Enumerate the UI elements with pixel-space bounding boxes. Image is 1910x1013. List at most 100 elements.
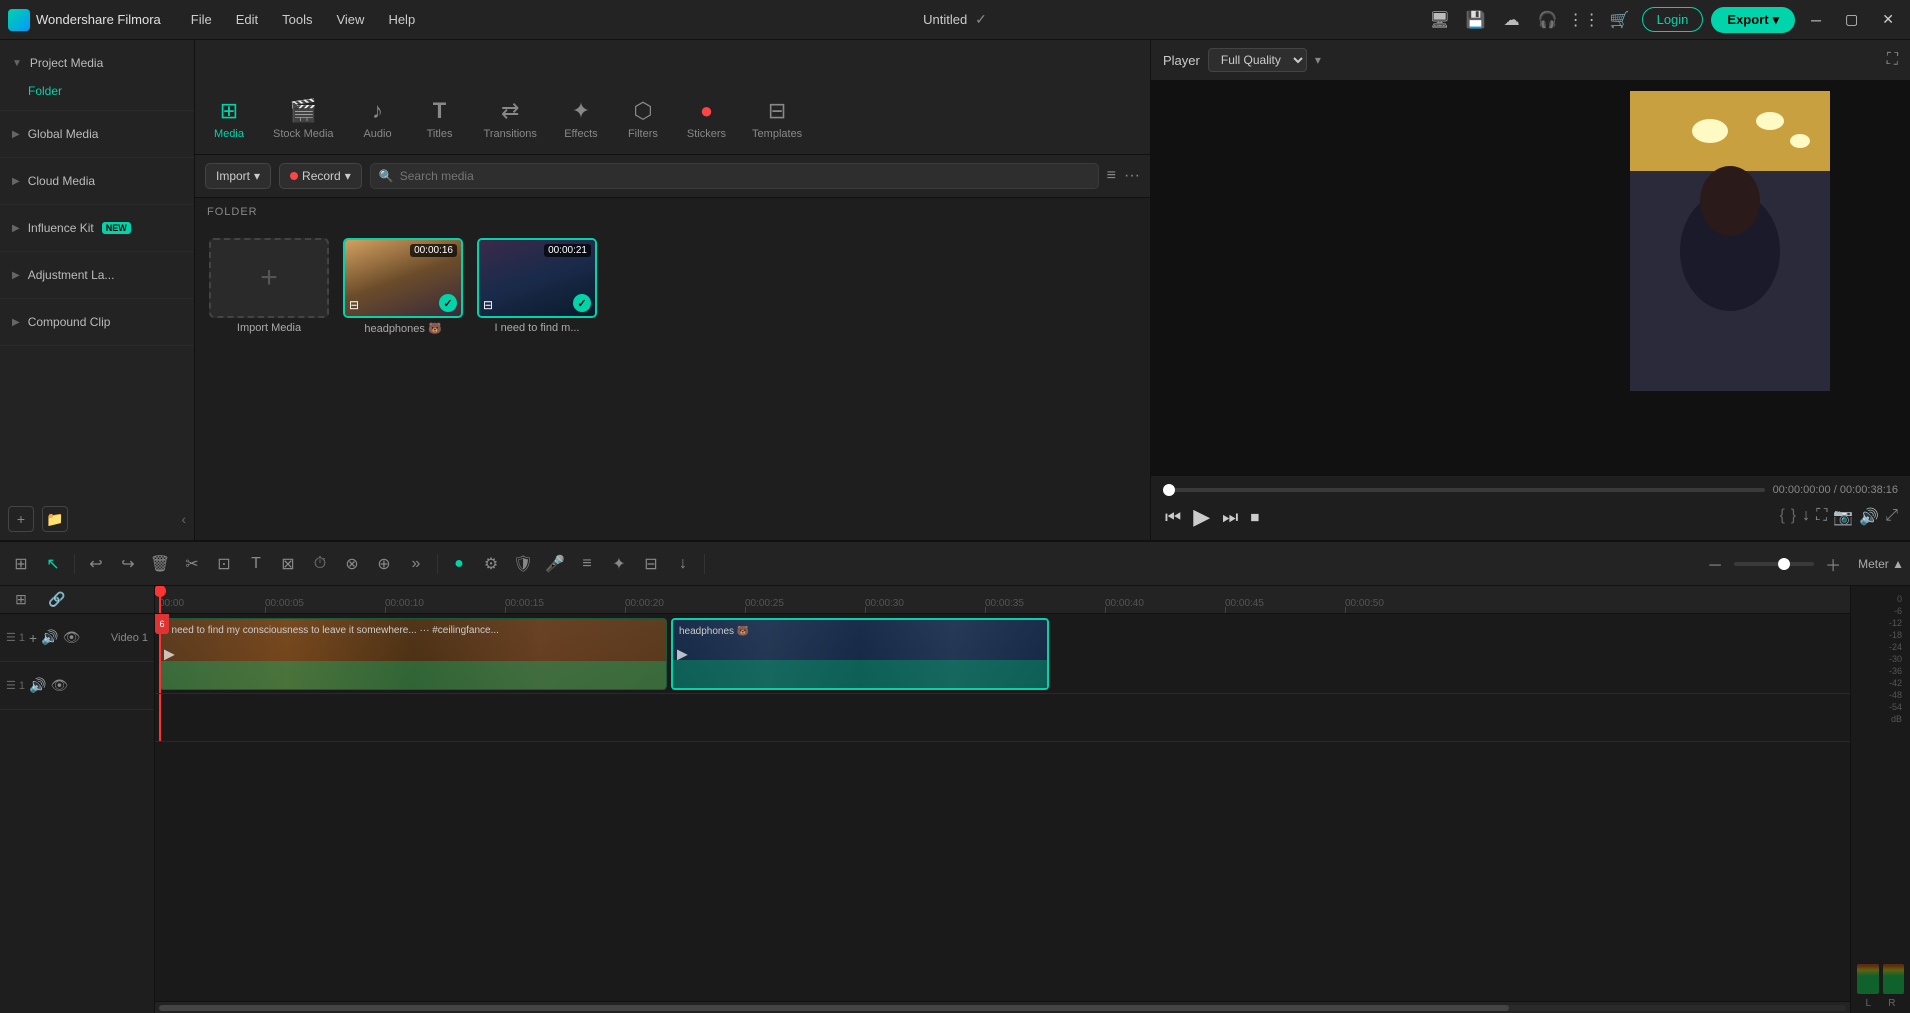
snap-button[interactable]: ●	[444, 549, 474, 579]
audio-headphone-icon[interactable]: 🎧	[1534, 6, 1562, 34]
media-item-find[interactable]: 00:00:21 ⊟ ✓ I need to find m...	[477, 238, 597, 528]
sidebar-item-compound-clip[interactable]: ▶ Compound Clip	[0, 307, 194, 337]
cloud-icon[interactable]: ☁	[1498, 6, 1526, 34]
more-options-icon[interactable]: ···	[1124, 167, 1140, 185]
menu-tools[interactable]: Tools	[272, 8, 322, 31]
export-button[interactable]: Export ▾	[1711, 7, 1795, 33]
tab-templates[interactable]: ⊟ Templates	[740, 90, 814, 148]
track-audio-icon2[interactable]: 🔊	[29, 677, 46, 694]
search-input[interactable]	[400, 169, 1090, 183]
skip-back-button[interactable]: ⏮	[1163, 505, 1183, 530]
undo-button[interactable]: ↩	[81, 549, 111, 579]
import-plus-button[interactable]: +	[209, 238, 329, 318]
login-button[interactable]: Login	[1642, 7, 1704, 32]
tracks-button[interactable]: ≡	[572, 549, 602, 579]
sidebar-collapse-button[interactable]: ‹	[181, 511, 186, 527]
stop-button[interactable]: ⏹	[1248, 505, 1261, 530]
search-box[interactable]: 🔍	[370, 163, 1099, 189]
scrollbar-thumb[interactable]	[159, 1005, 1509, 1011]
sidebar-item-adjustment[interactable]: ▶ Adjustment La...	[0, 260, 194, 290]
redo-button[interactable]: ↪	[113, 549, 143, 579]
cut-button[interactable]: ✂	[177, 549, 207, 579]
sidebar-item-global-media[interactable]: ▶ Global Media	[0, 119, 194, 149]
tab-stickers[interactable]: ● Stickers	[675, 90, 738, 148]
composite-button[interactable]: ⊗	[337, 549, 367, 579]
shield-button[interactable]: 🛡	[508, 549, 538, 579]
close-button[interactable]: ✕	[1874, 11, 1902, 28]
crop-button[interactable]: ⊡	[209, 549, 239, 579]
link-button[interactable]: 🔗	[42, 586, 72, 615]
media-thumb-headphones[interactable]: 00:00:16 ⊟ ✓	[343, 238, 463, 318]
full-screen-icon[interactable]: ⛶	[1816, 507, 1827, 527]
tab-transitions[interactable]: ⇄ Transitions	[472, 90, 549, 148]
menu-file[interactable]: File	[181, 8, 222, 31]
sidebar-bottom-controls: + 📁 ‹	[0, 498, 194, 540]
select-tool-button[interactable]: ↖	[38, 549, 68, 579]
save-icon[interactable]: 💾	[1462, 6, 1490, 34]
sidebar-item-influence-kit[interactable]: ▶ Influence Kit NEW	[0, 213, 194, 243]
out-point-icon[interactable]: }	[1791, 507, 1796, 527]
magnet-button[interactable]: ⚙	[476, 549, 506, 579]
split-view-button[interactable]: ⊞	[6, 549, 36, 579]
audio-icon[interactable]: 🔊	[1859, 507, 1879, 527]
media-thumb-find[interactable]: 00:00:21 ⊟ ✓	[477, 238, 597, 318]
snapshot-icon[interactable]: 📷	[1833, 507, 1853, 527]
transform-button[interactable]: ⊠	[273, 549, 303, 579]
import-track-button[interactable]: ↓	[668, 549, 698, 579]
zoom-slider[interactable]	[1734, 562, 1814, 566]
effects-button[interactable]: ✦	[604, 549, 634, 579]
track-audio-icon[interactable]: 🔊	[41, 629, 58, 646]
track-eye-icon[interactable]: 👁	[63, 629, 81, 646]
tab-audio[interactable]: ♪ Audio	[348, 90, 408, 148]
nested-button[interactable]: ⊟	[636, 549, 666, 579]
track-eye-icon2[interactable]: 👁	[50, 677, 68, 694]
monitor-icon[interactable]: 🖥	[1426, 6, 1454, 34]
grid-icon[interactable]: ⋮⋮	[1570, 6, 1598, 34]
tab-effects[interactable]: ✦ Effects	[551, 90, 611, 148]
stabilize-button[interactable]: ⊕	[369, 549, 399, 579]
timeline-playhead[interactable]	[159, 586, 161, 613]
menu-help[interactable]: Help	[378, 8, 425, 31]
zoom-out-button[interactable]: －	[1700, 549, 1730, 579]
meter-label[interactable]: Meter ▲	[1858, 557, 1904, 571]
track-num-video1: ☰ 1	[6, 631, 25, 644]
track-clip-find[interactable]: ▶ I need to find my consciousness to lea…	[159, 618, 667, 690]
track-add-icon[interactable]: +	[29, 630, 37, 646]
add-track-button[interactable]: ⊞	[6, 586, 36, 615]
in-point-icon[interactable]: {	[1779, 507, 1784, 527]
add-folder-button[interactable]: +	[8, 506, 34, 532]
tab-titles[interactable]: T Titles	[410, 90, 470, 148]
folder-button[interactable]: 📁	[42, 506, 68, 532]
player-fullscreen-icon[interactable]: ⛶	[1887, 51, 1898, 69]
tab-filters[interactable]: ⬡ Filters	[613, 90, 673, 148]
sidebar-item-cloud-media[interactable]: ▶ Cloud Media	[0, 166, 194, 196]
expand-icon[interactable]: ⤢	[1885, 507, 1898, 527]
maximize-button[interactable]: ▢	[1837, 11, 1866, 28]
mic-button[interactable]: 🎤	[540, 549, 570, 579]
insert-icon[interactable]: ↓	[1802, 507, 1810, 527]
scrollbar-track[interactable]	[159, 1005, 1846, 1011]
clock-button[interactable]: ⏱	[305, 549, 335, 579]
menu-edit[interactable]: Edit	[226, 8, 268, 31]
play-button[interactable]: ▶	[1191, 502, 1212, 532]
text-button[interactable]: T	[241, 549, 271, 579]
record-button[interactable]: Record ▾	[279, 163, 362, 189]
media-item-headphones[interactable]: 00:00:16 ⊟ ✓ headphones 🐻	[343, 238, 463, 528]
menu-view[interactable]: View	[326, 8, 374, 31]
tab-media[interactable]: ⊞ Media	[199, 90, 259, 148]
track-clip-headphones[interactable]: ▶ headphones 🐻	[671, 618, 1049, 690]
delete-button[interactable]: 🗑	[145, 549, 175, 579]
zoom-in-button[interactable]: ＋	[1818, 549, 1848, 579]
import-media-item[interactable]: + Import Media	[209, 238, 329, 528]
progress-bar[interactable]	[1163, 488, 1765, 492]
sidebar-item-project-media[interactable]: ▼ Project Media	[0, 48, 194, 78]
quality-select[interactable]: Full Quality	[1208, 48, 1307, 72]
tab-stock-media[interactable]: 🎬 Stock Media	[261, 90, 346, 148]
filter-icon[interactable]: ≡	[1107, 167, 1116, 185]
notification-icon[interactable]: 🛒	[1606, 6, 1634, 34]
import-button[interactable]: Import ▾	[205, 163, 271, 189]
minimize-button[interactable]: ─	[1803, 12, 1829, 28]
more-button[interactable]: »	[401, 549, 431, 579]
sidebar-folder-label[interactable]: Folder	[0, 78, 194, 102]
skip-forward-button[interactable]: ⏭	[1220, 505, 1240, 530]
